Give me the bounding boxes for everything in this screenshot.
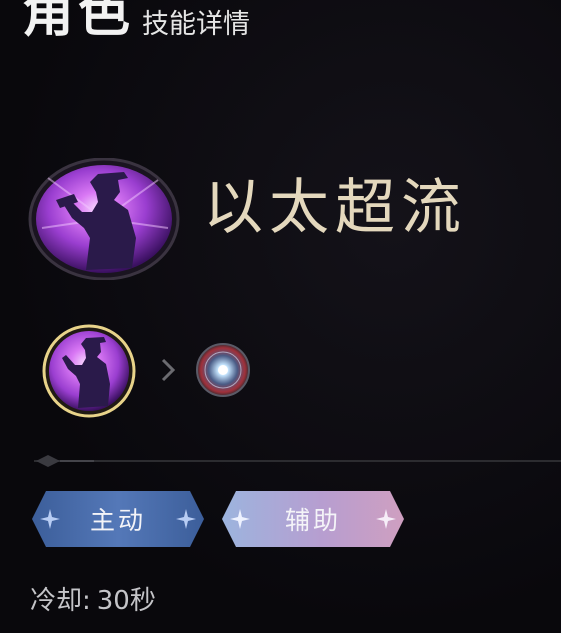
cooldown-value: 30秒 <box>96 586 156 616</box>
sparkle-icon <box>176 509 196 529</box>
skill-chain-source-icon[interactable] <box>42 324 136 418</box>
sparkle-icon <box>230 509 250 529</box>
page-title: 角色 <box>22 0 135 44</box>
section-divider <box>34 448 561 474</box>
tag-label: 辅助 <box>284 506 341 535</box>
tag-support: 辅助 <box>222 491 404 547</box>
sparkle-icon <box>376 509 396 529</box>
gunslinger-silhouette-icon <box>28 157 180 281</box>
gunslinger-silhouette-icon <box>42 324 136 418</box>
page-subtitle: 技能详情 <box>142 9 251 40</box>
cooldown-label: 冷却: <box>30 586 91 616</box>
tag-label: 主动 <box>89 506 146 535</box>
cooldown-info: 冷却: 30秒 <box>30 586 156 617</box>
ether-orb-icon[interactable] <box>195 342 251 398</box>
skill-icon-large <box>28 157 180 281</box>
chevron-right-icon <box>158 356 178 384</box>
skill-name: 以太超流 <box>203 173 467 243</box>
sparkle-icon <box>40 509 60 529</box>
page-header: 角色 技能详情 <box>22 0 250 40</box>
tag-active: 主动 <box>32 491 204 547</box>
